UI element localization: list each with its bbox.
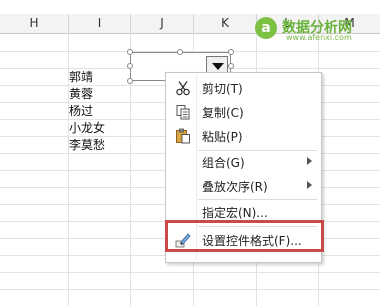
cell-i-name[interactable]: 郭靖 — [69, 69, 93, 85]
menu-item-label: 复制(C) — [202, 106, 244, 120]
menu-item-copy[interactable]: 复制(C) — [166, 100, 321, 124]
paste-icon — [176, 128, 190, 144]
submenu-arrow-icon — [307, 181, 312, 189]
column-header-i[interactable]: I — [69, 14, 131, 33]
copy-icon — [176, 105, 190, 120]
menu-item-label: 组合(G) — [202, 156, 245, 170]
menu-item-label: 叠放次序(R) — [202, 180, 268, 194]
resize-handle[interactable] — [127, 63, 133, 69]
column-header-k[interactable]: K — [194, 14, 257, 33]
column-header-h[interactable]: H — [0, 14, 69, 33]
grid-line — [0, 289, 380, 290]
resize-handle[interactable] — [127, 78, 133, 84]
grid-line — [0, 272, 380, 273]
watermark-logo: a — [255, 17, 277, 39]
watermark: a 数据分析网 www.afenxi.com — [255, 17, 373, 43]
triangle-down-icon — [212, 63, 224, 70]
resize-handle[interactable] — [177, 49, 183, 55]
submenu-arrow-icon — [307, 157, 312, 165]
menu-item-group[interactable]: 组合(G) — [166, 150, 321, 174]
cell-i-name[interactable]: 杨过 — [69, 103, 93, 119]
menu-item-cut[interactable]: 剪切(T) — [166, 76, 321, 100]
menu-item-label: 剪切(T) — [202, 82, 243, 96]
scissors-icon — [176, 81, 190, 96]
watermark-url: www.afenxi.com — [286, 33, 352, 42]
column-header-j[interactable]: J — [131, 14, 194, 33]
cell-i-name[interactable]: 黄蓉 — [69, 86, 93, 102]
menu-item-paste[interactable]: 粘贴(P) — [166, 124, 321, 148]
resize-handle[interactable] — [228, 49, 234, 55]
highlight-box — [165, 220, 324, 252]
menu-item-label: 粘贴(P) — [202, 130, 243, 144]
cell-i-name[interactable]: 李莫愁 — [69, 137, 105, 153]
menu-item-label: 指定宏(N)... — [202, 206, 268, 220]
menu-item-order[interactable]: 叠放次序(R) — [166, 174, 321, 198]
cell-i-name[interactable]: 小龙女 — [69, 120, 105, 136]
resize-handle[interactable] — [127, 49, 133, 55]
resize-handle[interactable] — [228, 63, 234, 69]
